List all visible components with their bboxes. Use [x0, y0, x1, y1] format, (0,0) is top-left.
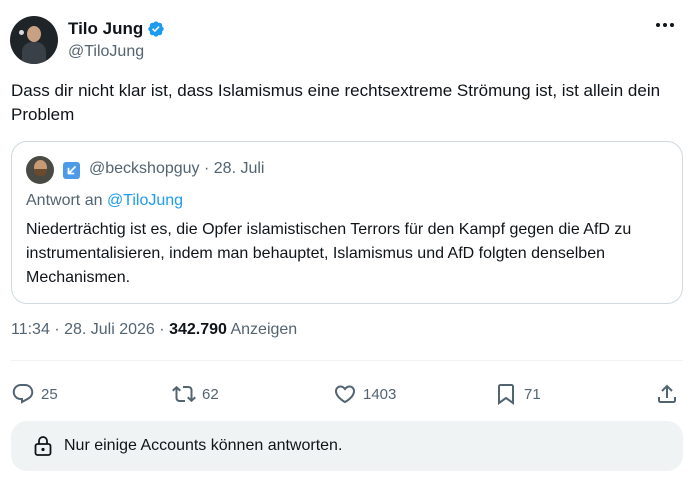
- reply-button[interactable]: 25: [11, 380, 58, 408]
- quoted-meta: @beckshopguy · 28. Juli: [89, 160, 264, 178]
- avatar-microphone: [19, 30, 24, 35]
- repost-count: 62: [202, 385, 219, 403]
- meta-separator-2: ·: [159, 321, 165, 338]
- quoted-handle[interactable]: @beckshopguy: [89, 160, 200, 177]
- like-button[interactable]: 1403: [333, 380, 396, 408]
- share-icon: [658, 384, 676, 403]
- reply-restriction-banner: Nur einige Accounts können antworten.: [11, 421, 683, 471]
- reply-prefix: Antwort an: [26, 192, 103, 209]
- quoted-author-avatar: [26, 156, 54, 184]
- tweet-meta-row: 11:34 · 28. Juli 2026 · 342.790 Anzeigen: [11, 321, 297, 339]
- divider: [11, 360, 683, 361]
- tweet-date[interactable]: 28. Juli 2026: [64, 321, 155, 338]
- tweet-time[interactable]: 11:34: [11, 321, 50, 338]
- author-handle[interactable]: @TiloJung: [68, 43, 144, 61]
- reply-icon: [12, 384, 34, 404]
- quoted-tweet-text: Niederträchtig ist es, die Opfer islamis…: [26, 221, 632, 286]
- verified-badge-icon: [148, 21, 164, 37]
- quoted-avatar-beard: [34, 169, 47, 176]
- like-count: 1403: [363, 385, 397, 403]
- quoted-meta-separator: ·: [203, 160, 210, 177]
- author-avatar[interactable]: [10, 16, 58, 64]
- tweet-text: Dass dir nicht klar ist, dass Islamismus…: [11, 81, 661, 124]
- bookmark-count: 71: [524, 385, 541, 403]
- reply-mention-link[interactable]: @TiloJung: [107, 192, 183, 209]
- repost-icon: [172, 385, 196, 403]
- meta-separator: ·: [54, 321, 60, 338]
- bookmark-button[interactable]: 71: [494, 380, 541, 408]
- reply-count: 25: [41, 385, 58, 403]
- bookmark-icon: [498, 384, 514, 405]
- repost-button[interactable]: 62: [172, 380, 219, 408]
- quoted-tweet[interactable]: @beckshopguy · 28. Juli Antwort an @Tilo…: [11, 141, 683, 304]
- reply-restriction-text: Nur einige Accounts können antworten.: [64, 437, 343, 454]
- avatar-figure-head: [27, 26, 41, 42]
- more-options-icon[interactable]: [651, 14, 679, 36]
- avatar-figure-body: [22, 42, 46, 64]
- author-display-name[interactable]: Tilo Jung: [68, 19, 143, 39]
- lock-icon: [34, 436, 52, 456]
- heart-icon: [334, 385, 356, 404]
- views-label: Anzeigen: [230, 321, 298, 338]
- quoted-date[interactable]: 28. Juli: [214, 160, 265, 177]
- share-button[interactable]: [655, 380, 679, 408]
- arrow-badge-icon: [63, 162, 80, 179]
- author-name-row: Tilo Jung: [68, 18, 165, 40]
- view-count: 342.790: [169, 321, 227, 338]
- quoted-reply-context: Antwort an @TiloJung: [26, 192, 183, 210]
